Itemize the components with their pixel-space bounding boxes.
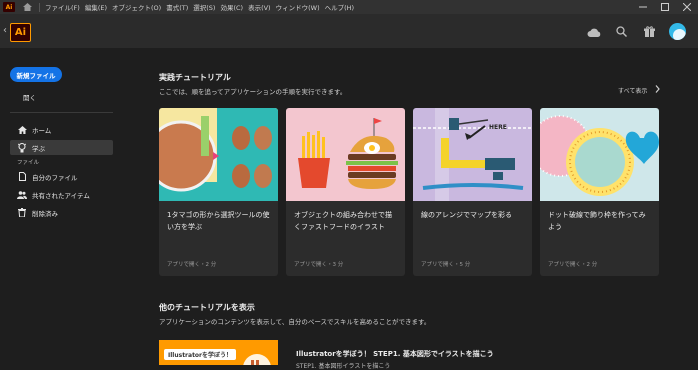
card-meta: アプリで開く・5 分 [421, 262, 471, 268]
section-title-practice: 実践チュートリアル [159, 73, 231, 82]
open-link[interactable]: 開く [23, 92, 36, 102]
sidebar-item-label: ホーム [32, 126, 52, 135]
card-thumbnail-dotted-frame [540, 108, 659, 201]
menu-bar: Ai ファイル(F) 編集(E) オブジェクト(O) 書式(T) 選択(S) 効… [0, 0, 698, 14]
here-label: HERE [489, 124, 507, 131]
sidebar-item-deleted[interactable]: 削除済み [10, 205, 113, 220]
sidebar-item-label: 削除済み [32, 209, 58, 218]
tutorial-card-fastfood[interactable]: オブジェクトの組み合わせで描くファストフードのイラスト アプリで開く・3 分 [286, 108, 405, 276]
card-title: 1タマゴの形から選択ツールの使い方を学ぶ [167, 211, 270, 231]
tutorial-card-egg[interactable]: 1タマゴの形から選択ツールの使い方を学ぶ アプリで開く・2 分 [159, 108, 278, 276]
card-meta: アプリで開く・2 分 [167, 262, 217, 268]
files-section-header: ファイル [17, 160, 40, 166]
gift-icon[interactable] [641, 23, 658, 40]
document-icon [15, 172, 29, 181]
home-icon [15, 125, 29, 134]
see-all-label: すべて表示 [618, 87, 648, 95]
card-thumbnail-egg [159, 108, 278, 201]
menu-window[interactable]: ウィンドウ(W) [276, 2, 320, 12]
card-title: 線のアレンジでマップを彩る [421, 211, 512, 219]
menu-object[interactable]: オブジェクト(O) [112, 2, 161, 12]
menu-file[interactable]: ファイル(F) [45, 2, 80, 12]
app-header: ‹ Ai [0, 14, 698, 48]
illustrator-logo: Ai [10, 23, 31, 42]
close-icon[interactable] [676, 3, 698, 11]
sidebar-item-label: 学ぶ [32, 144, 45, 153]
sidebar-item-home[interactable]: ホーム [10, 122, 113, 137]
menu-items: ファイル(F) 編集(E) オブジェクト(O) 書式(T) 選択(S) 効果(C… [45, 2, 354, 12]
section-subtitle-practice: ここでは、順を追ってアプリケーションの手順を実行できます。 [159, 88, 347, 96]
banner-label: Illustratorを学ぼう！ [164, 349, 237, 360]
app-logo-small: Ai [3, 2, 15, 12]
section-title-other: 他のチュートリアルを表示 [159, 303, 255, 312]
menu-separator [39, 2, 40, 12]
menu-effect[interactable]: 効果(C) [220, 2, 243, 12]
sidebar-item-my-files[interactable]: 自分のファイル [10, 169, 113, 184]
sidebar: 新規ファイル 開く ホーム 学ぶ ファイル 自分のファイル 共有されたアイテム … [0, 48, 125, 365]
menu-view[interactable]: 表示(V) [248, 2, 271, 12]
maximize-icon[interactable] [654, 3, 676, 11]
sidebar-item-label: 共有されたアイテム [32, 191, 90, 200]
trash-icon [15, 208, 29, 217]
home-icon[interactable] [22, 2, 32, 12]
menu-select[interactable]: 選択(S) [193, 2, 215, 12]
tutorial-banner-thumbnail[interactable]: Illustratorを学ぼう！ [159, 340, 278, 365]
menu-help[interactable]: ヘルプ(H) [325, 2, 354, 12]
lightbulb-icon [15, 142, 29, 153]
tutorial-card-map[interactable]: HERE 線のアレンジでマップを彩る アプリで開く・5 分 [413, 108, 532, 276]
chevron-right-icon [655, 85, 661, 95]
tutorial-item-subtitle: STEP1. 基本図形イラストを描こう [296, 363, 391, 370]
card-meta: アプリで開く・3 分 [294, 262, 344, 268]
sidebar-item-label: 自分のファイル [32, 173, 78, 182]
sidebar-item-learn[interactable]: 学ぶ [10, 140, 113, 155]
new-file-button[interactable]: 新規ファイル [10, 67, 62, 82]
window-controls [632, 0, 698, 14]
cloud-icon[interactable] [585, 23, 602, 40]
card-thumbnail-map: HERE [413, 108, 532, 201]
sidebar-divider [10, 112, 113, 113]
tutorial-item-title[interactable]: Illustratorを学ぼう！ STEP1. 基本図形でイラストを描こう [296, 349, 494, 359]
minimize-icon[interactable] [632, 3, 654, 11]
menu-type[interactable]: 書式(T) [166, 2, 188, 12]
see-all-link[interactable]: すべて表示 [618, 85, 661, 95]
card-thumbnail-fastfood [286, 108, 405, 201]
menu-edit[interactable]: 編集(E) [85, 2, 107, 12]
tutorial-card-dotted-frame[interactable]: ドット破線で飾り枠を作ってみよう アプリで開く・2 分 [540, 108, 659, 276]
back-chevron-icon[interactable]: ‹ [3, 25, 7, 36]
search-icon[interactable] [613, 23, 630, 40]
section-subtitle-other: アプリケーションのコンテンツを表示して、自分のペースでスキルを高めることができま… [159, 318, 431, 326]
card-title: オブジェクトの組み合わせで描くファストフードのイラスト [294, 211, 392, 231]
avatar[interactable] [669, 23, 686, 40]
sidebar-item-shared[interactable]: 共有されたアイテム [10, 187, 113, 202]
people-icon [15, 190, 29, 199]
header-actions [585, 23, 686, 40]
card-title: ドット破線で飾り枠を作ってみよう [548, 211, 646, 231]
character-illustration [243, 354, 271, 365]
card-meta: アプリで開く・2 分 [548, 262, 598, 268]
